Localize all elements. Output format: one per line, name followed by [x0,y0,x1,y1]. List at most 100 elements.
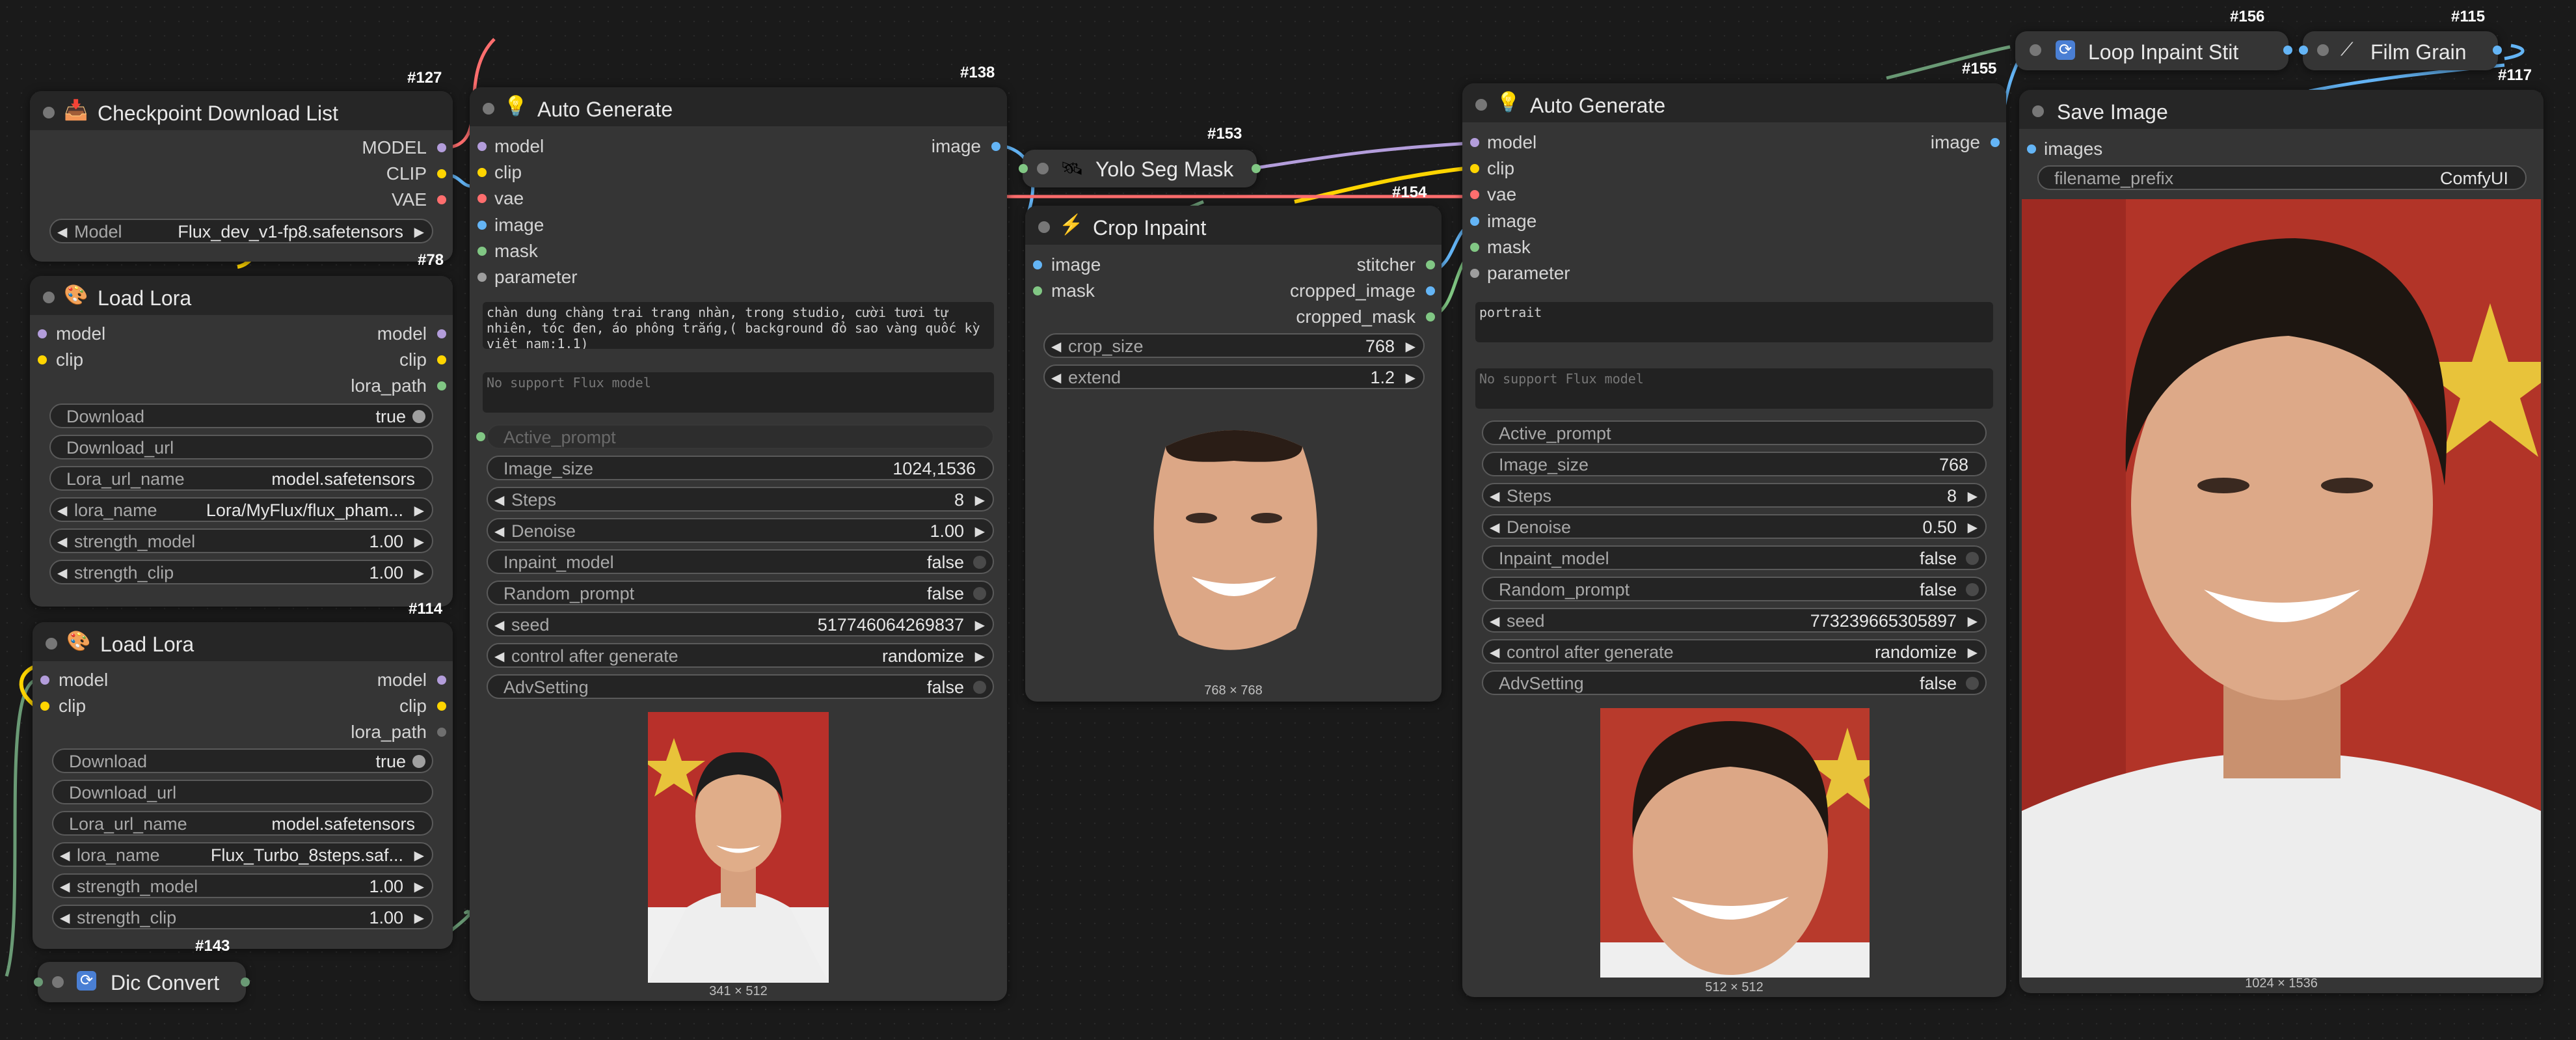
collapse-dot[interactable] [2030,44,2041,56]
node-yolo-seg-mask[interactable]: 🛰 Yolo Seg Mask [1019,150,1261,187]
input-vae-socket[interactable] [477,194,487,203]
collapse-dot[interactable] [52,976,64,988]
random-prompt-toggle[interactable]: Random_prompt false [487,581,994,605]
input-vae-socket[interactable] [1470,190,1479,199]
node-header[interactable]: Save Image [2019,90,2543,129]
toggle-knob[interactable] [973,556,986,569]
active-prompt-socket[interactable] [476,432,485,441]
node-checkpoint-download-list[interactable]: 📥 Checkpoint Download List MODEL CLIP VA… [30,91,453,262]
arrow-right-icon[interactable]: ▶ [975,617,985,633]
negative-prompt-textarea[interactable]: No support Flux model [1475,368,1993,409]
input-mask-socket[interactable] [1470,243,1479,252]
arrow-right-icon[interactable]: ▶ [414,224,424,240]
arrow-left-icon[interactable]: ◀ [57,502,67,519]
arrow-right-icon[interactable]: ▶ [1406,370,1415,386]
output-lora-path-socket[interactable] [437,381,446,390]
arrow-left-icon[interactable]: ◀ [57,224,67,240]
collapse-dot[interactable] [1037,163,1049,174]
input-model-socket[interactable] [38,329,47,338]
arrow-left-icon[interactable]: ◀ [1490,644,1499,661]
node-film-grain[interactable]: ⟋ Film Grain [2299,31,2502,70]
arrow-right-icon[interactable]: ▶ [1406,338,1415,355]
output-socket[interactable] [2283,46,2292,55]
denoise-slider[interactable]: ◀ Denoise 1.00 ▶ [487,518,994,543]
arrow-left-icon[interactable]: ◀ [494,617,504,633]
output-image-socket[interactable] [991,142,1000,151]
output-stitcher-socket[interactable] [1426,260,1435,269]
arrow-right-icon[interactable]: ▶ [414,879,424,895]
output-image-socket[interactable] [1991,138,2000,147]
toggle-knob[interactable] [412,755,425,768]
advsetting-toggle[interactable]: AdvSetting false [1482,670,1987,695]
node-load-lora-1[interactable]: 🎨 Load Lora model clip model clip lora_p… [30,276,453,607]
output-socket[interactable] [1252,164,1261,173]
arrow-left-icon[interactable]: ◀ [60,879,70,895]
strength-clip-slider[interactable]: ◀ strength_clip 1.00 ▶ [52,905,433,929]
advsetting-toggle[interactable]: AdvSetting false [487,674,994,699]
download-url-field[interactable]: Download_url [52,780,433,804]
arrow-left-icon[interactable]: ◀ [1490,613,1499,629]
inpaint-model-toggle[interactable]: Inpaint_model false [487,549,994,574]
collapse-dot[interactable] [43,107,55,118]
toggle-knob[interactable] [412,410,425,423]
output-model-socket[interactable] [437,329,446,338]
input-parameter-socket[interactable] [477,273,487,282]
arrow-right-icon[interactable]: ▶ [414,565,424,581]
input-parameter-socket[interactable] [1470,269,1479,278]
arrow-right-icon[interactable]: ▶ [1968,488,1978,504]
toggle-knob[interactable] [973,587,986,600]
input-model-socket[interactable] [40,676,49,685]
arrow-right-icon[interactable]: ▶ [1968,644,1978,661]
filename-prefix-field[interactable]: filename_prefix ComfyUI [2037,165,2527,190]
arrow-left-icon[interactable]: ◀ [494,648,504,664]
seed-field[interactable]: ◀ seed 517746064269837 ▶ [487,612,994,636]
download-url-field[interactable]: Download_url [49,435,433,459]
collapse-dot[interactable] [43,292,55,303]
collapse-dot[interactable] [1475,99,1487,111]
input-clip-socket[interactable] [1470,164,1479,173]
input-image-socket[interactable] [1033,260,1042,269]
input-socket[interactable] [1019,164,1028,173]
lora-url-name-field[interactable]: Lora_url_name model.safetensors [49,466,433,491]
prompt-textarea[interactable]: chàn dung chàng trai trang nhàn, trong s… [483,302,994,349]
download-toggle[interactable]: Download true [49,404,433,428]
node-header[interactable]: 💡 Auto Generate [470,87,1007,126]
strength-model-slider[interactable]: ◀ strength_model 1.00 ▶ [49,528,433,553]
output-cropped-image-socket[interactable] [1426,286,1435,295]
arrow-left-icon[interactable]: ◀ [57,534,67,550]
input-mask-socket[interactable] [1033,286,1042,295]
strength-model-slider[interactable]: ◀ strength_model 1.00 ▶ [52,873,433,898]
output-clip-socket[interactable] [437,355,446,364]
input-model-socket[interactable] [1470,138,1479,147]
node-auto-generate-1[interactable]: 💡 Auto Generate model clip vae image mas… [470,87,1007,1001]
arrow-left-icon[interactable]: ◀ [1490,519,1499,536]
output-model-socket[interactable] [437,143,446,152]
control-after-generate-combo[interactable]: ◀ control after generate randomize ▶ [1482,639,1987,664]
arrow-right-icon[interactable]: ▶ [975,648,985,664]
node-header[interactable]: 🎨 Load Lora [30,276,453,315]
collapse-dot[interactable] [46,638,57,650]
output-model-socket[interactable] [437,676,446,685]
inpaint-model-toggle[interactable]: Inpaint_model false [1482,545,1987,570]
extend-slider[interactable]: ◀ extend 1.2 ▶ [1043,364,1425,389]
node-header[interactable]: 💡 Auto Generate [1462,83,2006,122]
arrow-right-icon[interactable]: ▶ [414,502,424,519]
node-save-image[interactable]: Save Image images filename_prefix ComfyU… [2019,90,2543,993]
arrow-left-icon[interactable]: ◀ [1490,488,1499,504]
steps-slider[interactable]: ◀ Steps 8 ▶ [1482,483,1987,508]
arrow-left-icon[interactable]: ◀ [60,847,70,864]
node-header[interactable]: 📥 Checkpoint Download List [30,91,453,130]
node-load-lora-2[interactable]: 🎨 Load Lora model clip model clip lora_p… [33,622,453,949]
toggle-knob[interactable] [1966,552,1979,565]
negative-prompt-textarea[interactable]: No support Flux model [483,372,994,413]
lora-name-combo[interactable]: ◀ lora_name Flux_Turbo_8steps.saf... ▶ [52,842,433,867]
random-prompt-toggle[interactable]: Random_prompt false [1482,577,1987,601]
image-size-field[interactable]: Image_size 768 [1482,452,1987,476]
strength-clip-slider[interactable]: ◀ strength_clip 1.00 ▶ [49,560,433,584]
output-vae-socket[interactable] [437,195,446,204]
denoise-slider[interactable]: ◀ Denoise 0.50 ▶ [1482,514,1987,539]
input-clip-socket[interactable] [40,702,49,711]
control-after-generate-combo[interactable]: ◀ control after generate randomize ▶ [487,643,994,668]
node-loop-inpaint-stitch[interactable]: ⟳ Loop Inpaint Stit [2015,31,2292,70]
active-prompt-field[interactable]: Active_prompt [487,424,994,449]
